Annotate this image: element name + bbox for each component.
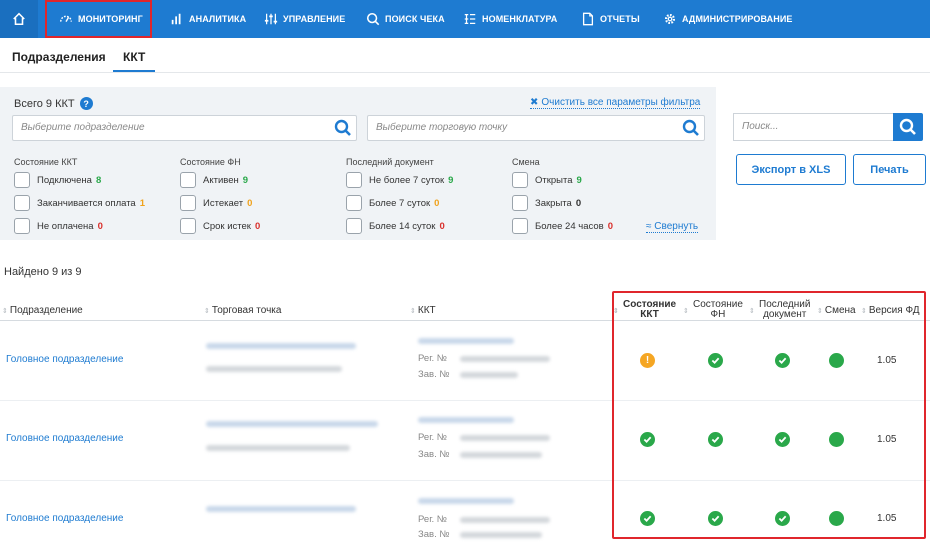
filter-checkbox[interactable]: Более 7 суток 0 [346, 195, 439, 211]
nav-receipt-search[interactable]: ПОИСК ЧЕКА [366, 0, 445, 38]
reg-label: Рег. № [418, 514, 447, 525]
filter-checkbox[interactable]: Более 14 суток 0 [346, 218, 445, 234]
clear-filters-link[interactable]: ✖ Очистить все параметры фильтра [530, 97, 701, 109]
column-header-department[interactable]: ⇕ Подразделение [2, 305, 83, 316]
filter-checkbox[interactable]: Подключена 8 [14, 172, 101, 188]
trading-point-link[interactable] [206, 421, 378, 427]
serial-label: Зав. № [418, 369, 450, 380]
found-count: Найдено 9 из 9 [4, 266, 82, 278]
checkbox[interactable] [14, 195, 30, 211]
close-icon: ✖ [530, 97, 539, 108]
filter-checkbox[interactable]: Срок истек 0 [180, 218, 260, 234]
reg-label: Рег. № [418, 432, 447, 443]
search-icon[interactable] [334, 119, 352, 137]
gear-icon [663, 12, 677, 26]
nav-analytics[interactable]: АНАЛИТИКА [170, 0, 246, 38]
export-xls-button[interactable]: Экспорт в XLS [736, 154, 846, 185]
search-input[interactable]: Поиск... [733, 113, 893, 141]
kkt-model-link[interactable] [418, 338, 514, 344]
bar-chart-icon [170, 12, 184, 26]
filter-group-title: Смена [512, 157, 540, 167]
serial-number [460, 532, 542, 538]
filter-checkbox[interactable]: Не оплачена 0 [14, 218, 103, 234]
department-link[interactable]: Головное подразделение [6, 433, 123, 444]
nav-reports[interactable]: ОТЧЕТЫ [581, 0, 640, 38]
sort-icon: ⇕ [2, 308, 8, 315]
search-button[interactable] [893, 113, 923, 141]
filter-checkbox[interactable]: Активен 9 [180, 172, 248, 188]
checkbox[interactable] [14, 172, 30, 188]
nav-nomenclature[interactable]: НОМЕНКЛАТУРА [463, 0, 557, 38]
list-icon [463, 12, 477, 26]
checkbox[interactable] [512, 172, 528, 188]
collapse-filters-link[interactable]: ≈ Свернуть [646, 221, 699, 233]
trading-point-address [206, 366, 342, 372]
serial-number [460, 452, 542, 458]
kkt-model-link[interactable] [418, 417, 514, 423]
nav-monitoring[interactable]: МОНИТОРИНГ [45, 0, 152, 38]
filter-group-title: Состояние ККТ [14, 157, 78, 167]
reg-label: Рег. № [418, 353, 447, 364]
checkbox[interactable] [346, 172, 362, 188]
speedometer-icon [59, 12, 73, 26]
filter-checkbox[interactable]: Заканчивается оплата 1 [14, 195, 145, 211]
home-icon [12, 12, 26, 26]
reg-number [460, 356, 550, 362]
trading-point-address [206, 445, 350, 451]
nav-management[interactable]: УПРАВЛЕНИЕ [264, 0, 345, 38]
trading-point-link[interactable] [206, 506, 356, 512]
tabs-divider [0, 72, 930, 73]
checkbox[interactable] [180, 172, 196, 188]
filter-checkbox[interactable]: Закрыта 0 [512, 195, 581, 211]
print-button[interactable]: Печать [853, 154, 926, 185]
checkbox[interactable] [346, 218, 362, 234]
checkbox[interactable] [180, 218, 196, 234]
column-header-trading-point[interactable]: ⇕ Торговая точка [204, 305, 281, 316]
filter-checkbox[interactable]: Не более 7 суток 9 [346, 172, 453, 188]
serial-label: Зав. № [418, 529, 450, 540]
checkbox[interactable] [346, 195, 362, 211]
trading-point-link[interactable] [206, 343, 356, 349]
highlight-status-columns [612, 291, 926, 539]
filter-checkbox[interactable]: Истекает 0 [180, 195, 252, 211]
filter-group-title: Состояние ФН [180, 157, 241, 167]
department-select[interactable]: Выберите подразделение [12, 115, 357, 141]
filter-checkbox[interactable]: Открыта 9 [512, 172, 582, 188]
kkt-model-link[interactable] [418, 498, 514, 504]
column-header-kkt[interactable]: ⇕ ККТ [410, 305, 436, 316]
sort-icon: ⇕ [204, 308, 210, 315]
nav-administration[interactable]: АДМИНИСТРИРОВАНИЕ [663, 0, 793, 38]
sort-icon: ⇕ [410, 308, 416, 315]
reg-number [460, 517, 550, 523]
document-icon [581, 12, 595, 26]
checkbox[interactable] [512, 218, 528, 234]
department-link[interactable]: Головное подразделение [6, 513, 123, 524]
checkbox[interactable] [180, 195, 196, 211]
trading-point-select[interactable]: Выберите торговую точку [367, 115, 705, 141]
filter-group-title: Последний документ [346, 157, 434, 167]
department-link[interactable]: Головное подразделение [6, 354, 123, 365]
search-icon [899, 118, 916, 135]
reg-number [460, 435, 550, 441]
serial-label: Зав. № [418, 449, 450, 460]
tab-kkt[interactable]: ККТ [123, 50, 145, 64]
search-icon [366, 12, 380, 26]
filter-checkbox[interactable]: Более 24 часов 0 [512, 218, 613, 234]
top-navigation: МОНИТОРИНГ АНАЛИТИКА УПРАВЛЕНИЕ ПОИСК ЧЕ… [0, 0, 930, 38]
home-button[interactable] [0, 0, 38, 38]
total-count: Всего 9 ККТ ? [14, 97, 93, 110]
help-icon[interactable]: ? [79, 97, 93, 110]
serial-number [460, 372, 518, 378]
checkbox[interactable] [14, 218, 30, 234]
checkbox[interactable] [512, 195, 528, 211]
tab-departments[interactable]: Подразделения [12, 50, 106, 64]
sliders-icon [264, 12, 278, 26]
search-icon[interactable] [682, 119, 700, 137]
